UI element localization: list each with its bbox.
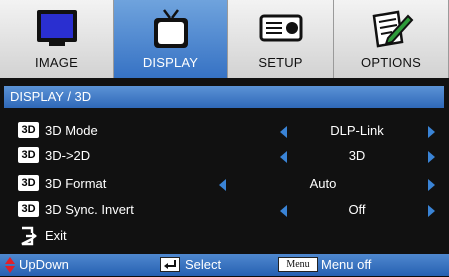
menu-key-icon: Menu: [278, 257, 318, 272]
projector-icon: [258, 8, 304, 53]
tab-options[interactable]: OPTIONS: [334, 0, 449, 78]
arrow-left-icon[interactable]: [280, 205, 287, 217]
tab-setup[interactable]: SETUP: [228, 0, 334, 78]
row-label: 3D Sync. Invert: [45, 202, 134, 217]
section-header: DISPLAY / 3D: [4, 86, 444, 108]
updown-arrows-icon: [4, 256, 16, 277]
row-value: DLP-Link: [330, 123, 384, 138]
osd-menu: IMAGE DISPLAY SETUP OPTIONS DISPLAY / 3D…: [0, 0, 449, 276]
tab-image-label: IMAGE: [35, 55, 78, 70]
tab-image[interactable]: IMAGE: [0, 0, 114, 78]
3d-badge-icon: 3D: [18, 122, 39, 138]
row-label: 3D Format: [45, 176, 107, 191]
menu-row-3d-sync-invert[interactable]: 3D 3D Sync. Invert Off: [8, 199, 442, 221]
row-value: 3D: [348, 148, 366, 163]
footer-help-bar: UpDown Select Menu Menu off: [0, 254, 449, 276]
tab-display[interactable]: DISPLAY: [114, 0, 228, 78]
row-value: Off: [348, 202, 366, 217]
menu-row-3d-mode[interactable]: 3D 3D Mode DLP-Link: [8, 120, 442, 142]
enter-key-icon: [160, 257, 180, 272]
tab-display-label: DISPLAY: [142, 55, 199, 70]
menu-row-exit[interactable]: Exit: [8, 225, 442, 247]
3d-badge-icon: 3D: [18, 175, 39, 191]
row-value: Auto: [309, 176, 337, 191]
footer-updown-label: UpDown: [19, 257, 69, 272]
exit-icon: [19, 226, 39, 249]
arrow-left-icon[interactable]: [280, 126, 287, 138]
section-title: DISPLAY / 3D: [10, 89, 92, 104]
tv-icon: [149, 8, 193, 57]
arrow-right-icon[interactable]: [428, 205, 435, 217]
tab-options-label: OPTIONS: [361, 55, 421, 70]
arrow-right-icon[interactable]: [428, 179, 435, 191]
monitor-icon: [35, 8, 79, 53]
row-label: 3D Mode: [45, 123, 98, 138]
row-label: 3D->2D: [45, 148, 91, 163]
arrow-right-icon[interactable]: [428, 126, 435, 138]
arrow-left-icon[interactable]: [219, 179, 226, 191]
tab-bar: IMAGE DISPLAY SETUP OPTIONS: [0, 0, 449, 78]
arrow-left-icon[interactable]: [280, 151, 287, 163]
3d-badge-icon: 3D: [18, 147, 39, 163]
arrow-right-icon[interactable]: [428, 151, 435, 163]
footer-select-label: Select: [185, 257, 222, 272]
notepad-pencil-icon: [368, 8, 414, 55]
exit-label: Exit: [45, 228, 67, 243]
3d-badge-icon: 3D: [18, 201, 39, 217]
menu-row-3d-to-2d[interactable]: 3D 3D->2D 3D: [8, 145, 442, 167]
menu-row-3d-format[interactable]: 3D 3D Format Auto: [8, 173, 442, 195]
footer-menu-off-label: Menu off: [321, 257, 372, 272]
tab-setup-label: SETUP: [258, 55, 303, 70]
